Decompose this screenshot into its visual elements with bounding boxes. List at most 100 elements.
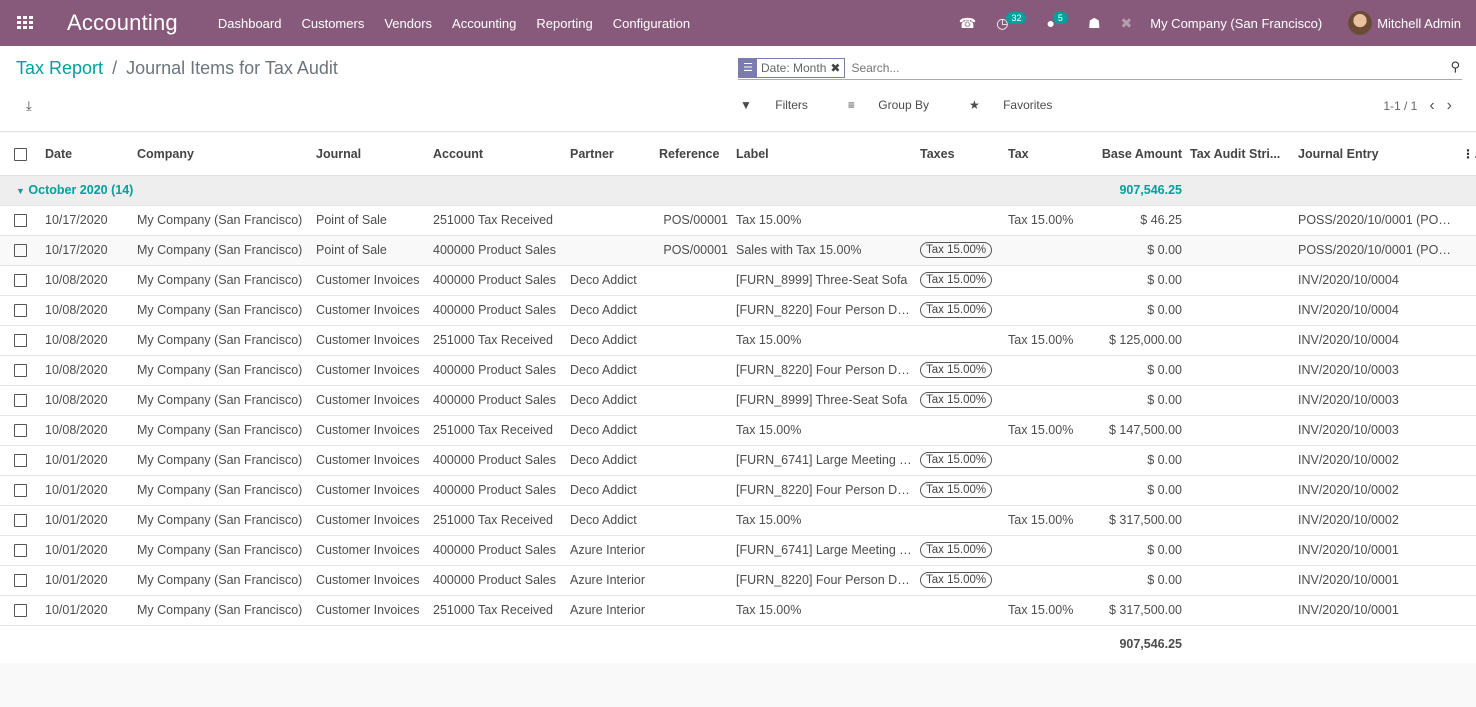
user-menu[interactable]: Mitchell Admin <box>1377 16 1461 31</box>
row-tax-audit-string <box>1186 205 1294 236</box>
row-reference: POS/00001 <box>655 235 732 266</box>
table-row[interactable]: 10/01/2020 My Company (San Francisco) Cust… <box>0 535 1476 566</box>
row-tax: Tax 15.00% <box>1004 205 1084 236</box>
filter-icon: ▼ <box>740 98 752 112</box>
favorites-button[interactable]: ★ Favorites <box>969 98 1072 112</box>
row-date: 10/08/2020 <box>41 265 133 296</box>
row-spacer <box>1458 445 1476 476</box>
column-reference[interactable]: Reference <box>655 133 732 176</box>
row-checkbox[interactable] <box>0 445 41 476</box>
facet-close-icon[interactable]: ✖ <box>830 59 844 77</box>
table-row[interactable]: 10/01/2020 My Company (San Francisco) Cust… <box>0 445 1476 476</box>
table-row[interactable]: 10/08/2020 My Company (San Francisco) Cust… <box>0 385 1476 416</box>
row-checkbox[interactable] <box>0 415 41 446</box>
column-tax[interactable]: Tax <box>1004 133 1084 176</box>
row-reference <box>655 295 732 326</box>
column-taxes[interactable]: Taxes <box>916 133 1004 176</box>
row-company: My Company (San Francisco) <box>133 295 312 326</box>
avatar[interactable] <box>1348 11 1373 35</box>
row-account: 400000 Product Sales <box>429 265 566 296</box>
menu-configuration[interactable]: Configuration <box>613 16 690 31</box>
column-journal-entry[interactable]: Journal Entry <box>1294 133 1458 176</box>
table-row[interactable]: 10/17/2020 My Company (San Francisco) Poin… <box>0 205 1476 236</box>
table-row[interactable]: 10/08/2020 My Company (San Francisco) Cust… <box>0 295 1476 326</box>
row-checkbox[interactable] <box>0 385 41 416</box>
column-company[interactable]: Company <box>133 133 312 176</box>
debug-icon[interactable]: ✖ <box>1121 15 1133 32</box>
pager-next-icon[interactable]: › <box>1447 97 1452 115</box>
table-row[interactable]: 10/01/2020 My Company (San Francisco) Cust… <box>0 475 1476 506</box>
row-checkbox[interactable] <box>0 565 41 596</box>
group-row[interactable]: ▼ October 2020 (14) 907,546.25 <box>0 175 1476 206</box>
group-by-button[interactable]: ≡ Group By <box>848 98 949 112</box>
select-all-checkbox[interactable] <box>0 133 41 176</box>
row-checkbox[interactable] <box>0 355 41 386</box>
menu-customers[interactable]: Customers <box>301 16 364 31</box>
row-tax-audit-string <box>1186 385 1294 416</box>
menu-reporting[interactable]: Reporting <box>536 16 592 31</box>
menu-accounting[interactable]: Accounting <box>452 16 516 31</box>
optional-columns-icon[interactable]: ⋮ <box>1458 133 1476 176</box>
row-date: 10/01/2020 <box>41 505 133 536</box>
row-journal: Point of Sale <box>312 235 429 266</box>
row-journal: Customer Invoices <box>312 355 429 386</box>
apps-menu-button[interactable] <box>0 0 50 46</box>
search-facet-date[interactable]: ☰ Date: Month ✖ <box>738 57 846 78</box>
row-checkbox[interactable] <box>0 235 41 266</box>
column-journal[interactable]: Journal <box>312 133 429 176</box>
row-checkbox[interactable] <box>0 595 41 626</box>
filters-button[interactable]: ▼ Filters <box>740 98 828 112</box>
row-spacer <box>1458 355 1476 386</box>
row-checkbox[interactable] <box>0 205 41 236</box>
row-reference <box>655 355 732 386</box>
row-label: Tax 15.00% <box>732 205 916 236</box>
row-checkbox[interactable] <box>0 505 41 536</box>
group-total: 907,546.25 <box>1084 175 1186 206</box>
row-journal: Customer Invoices <box>312 295 429 326</box>
row-account: 400000 Product Sales <box>429 535 566 566</box>
table-row[interactable]: 10/08/2020 My Company (San Francisco) Cust… <box>0 355 1476 386</box>
row-tax <box>1004 355 1084 386</box>
table-row[interactable]: 10/17/2020 My Company (San Francisco) Poin… <box>0 235 1476 266</box>
table-row[interactable]: 10/08/2020 My Company (San Francisco) Cust… <box>0 325 1476 356</box>
pager-previous-icon[interactable]: ‹ <box>1429 97 1434 115</box>
row-checkbox[interactable] <box>0 295 41 326</box>
row-checkbox[interactable] <box>0 265 41 296</box>
company-switcher[interactable]: My Company (San Francisco) <box>1150 16 1322 31</box>
column-label[interactable]: Label <box>732 133 916 176</box>
row-spacer <box>1458 535 1476 566</box>
search-icon[interactable]: ⚲ <box>1450 59 1460 75</box>
journal-items-table: Date Company Journal Account Partner Ref… <box>0 133 1476 663</box>
column-partner[interactable]: Partner <box>566 133 655 176</box>
row-checkbox[interactable] <box>0 325 41 356</box>
column-base-amount[interactable]: Base Amount <box>1084 133 1186 176</box>
table-row[interactable]: 10/01/2020 My Company (San Francisco) Cust… <box>0 595 1476 626</box>
row-account: 400000 Product Sales <box>429 235 566 266</box>
activity-button[interactable]: ◷ 32 <box>996 12 1027 32</box>
row-checkbox[interactable] <box>0 475 41 506</box>
column-date[interactable]: Date <box>41 133 133 176</box>
phone-icon[interactable]: ☎ <box>959 15 976 32</box>
table-row[interactable]: 10/01/2020 My Company (San Francisco) Cust… <box>0 505 1476 536</box>
row-journal: Customer Invoices <box>312 595 429 626</box>
row-tax <box>1004 445 1084 476</box>
filters-label: Filters <box>775 98 808 112</box>
breadcrumb-tax-report[interactable]: Tax Report <box>16 58 103 78</box>
table-row[interactable]: 10/01/2020 My Company (San Francisco) Cust… <box>0 565 1476 596</box>
row-taxes <box>916 415 1004 446</box>
menu-vendors[interactable]: Vendors <box>384 16 432 31</box>
row-checkbox[interactable] <box>0 535 41 566</box>
row-base-amount: $ 0.00 <box>1084 265 1186 296</box>
search-input[interactable] <box>851 60 1462 75</box>
gift-icon[interactable]: ☗ <box>1088 15 1101 32</box>
column-tax-audit-string[interactable]: Tax Audit Stri... <box>1186 133 1294 176</box>
menu-dashboard[interactable]: Dashboard <box>218 16 282 31</box>
app-name[interactable]: Accounting <box>67 10 178 36</box>
messaging-button[interactable]: ● 5 <box>1046 12 1068 31</box>
table-row[interactable]: 10/08/2020 My Company (San Francisco) Cust… <box>0 265 1476 296</box>
row-label: [FURN_8220] Four Person Desk <box>732 565 916 596</box>
column-account[interactable]: Account <box>429 133 566 176</box>
table-row[interactable]: 10/08/2020 My Company (San Francisco) Cust… <box>0 415 1476 446</box>
pager-value[interactable]: 1-1 / 1 <box>1383 99 1417 113</box>
download-button[interactable]: ⤓ <box>26 98 32 114</box>
